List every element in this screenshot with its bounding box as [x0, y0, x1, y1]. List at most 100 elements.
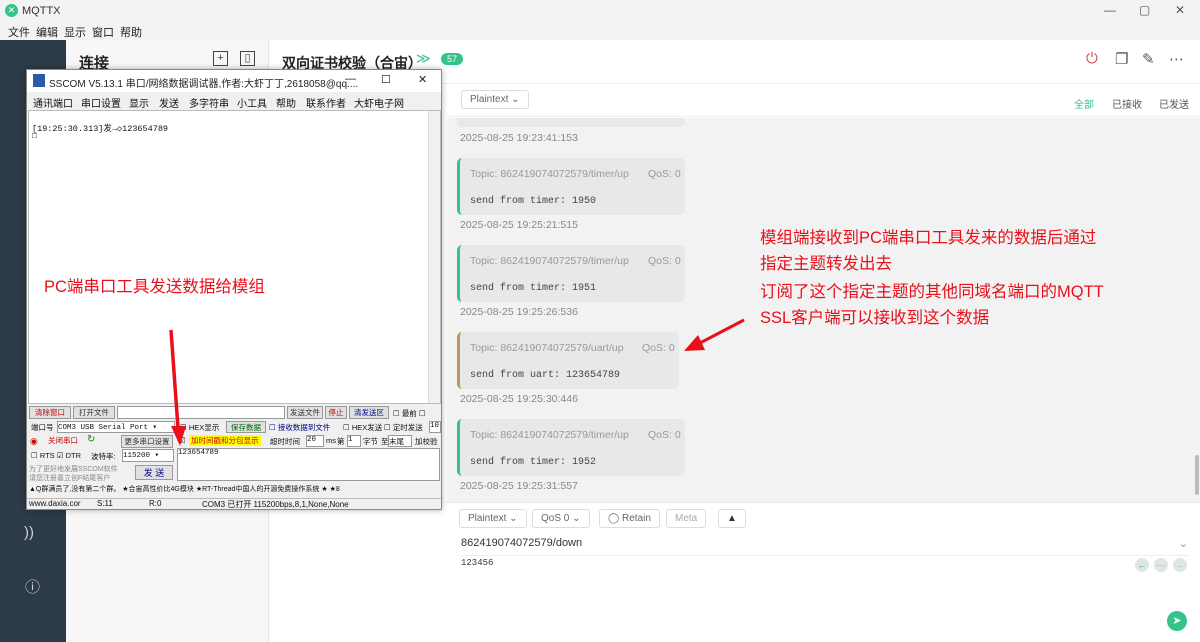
history-back-icon[interactable]: ← [1135, 558, 1149, 572]
send-button[interactable]: ➤ [1167, 611, 1187, 631]
sscom-timed-value[interactable]: 10 [429, 421, 441, 433]
sscom-checksum-label: 加校验 [415, 437, 438, 446]
message-bubble: Topic: 862419074072579/uart/up QoS: 0 se… [457, 332, 679, 389]
sscom-minimize-icon[interactable]: — [345, 73, 356, 85]
minimize-icon[interactable]: — [1104, 3, 1116, 17]
expand-icon[interactable]: ▲ [718, 509, 746, 528]
message-scrollbar[interactable] [1195, 455, 1199, 495]
menu-window[interactable]: 窗口 [92, 24, 114, 40]
message-timestamp: 2025-08-25 19:25:21:515 [460, 219, 578, 231]
sscom-file-path-input[interactable] [117, 406, 285, 419]
edit-icon[interactable]: ✎ [1142, 50, 1155, 68]
sscom-menu-help[interactable]: 帮助 [276, 95, 296, 110]
message-bubble: Topic: 862419074072579/timer/up QoS: 0 s… [457, 245, 685, 302]
message-bubble: Topic: 862419074072579/timer/up QoS: 0 s… [457, 158, 685, 215]
menu-edit[interactable]: 编辑 [36, 24, 58, 40]
sscom-port-select[interactable]: COM3 USB Serial Port ▾ [57, 421, 175, 433]
app-titlebar: ✕ MQTTX — ▢ ✕ [0, 0, 1200, 22]
sscom-end-select[interactable]: 末尾 [388, 435, 412, 447]
message-qos: QoS: 0 [648, 429, 681, 441]
payload-format-select[interactable]: Plaintext ⌄ [461, 90, 529, 109]
sscom-more-settings-button[interactable]: 更多串口设置 [121, 435, 173, 448]
sscom-baud-value: 115200 [123, 452, 151, 460]
sscom-clear-button[interactable]: 清除窗口 [29, 406, 71, 419]
sscom-on-top-checkbox[interactable]: ☐ 最前 ☐ [393, 408, 426, 419]
sscom-receive-scrollbar[interactable] [428, 111, 440, 403]
disconnect-icon[interactable]: ⏻ [1086, 50, 1098, 67]
log-icon[interactable]: )) [24, 524, 34, 541]
menu-file[interactable]: 文件 [8, 24, 30, 40]
sscom-timed-send-label: 定时发送 [392, 423, 423, 432]
sscom-hex-show-checkbox[interactable]: ☐ HEX显示 [180, 422, 219, 433]
sscom-menu-serial[interactable]: 串口设置 [81, 95, 121, 110]
sscom-maximize-icon[interactable]: ☐ [381, 73, 391, 86]
sscom-baud-select[interactable]: 115200 ▾ [122, 449, 174, 462]
message-timestamp: 2025-08-25 19:25:26:536 [460, 306, 578, 318]
sscom-hex-show-label: HEX显示 [188, 423, 220, 432]
message-payload: send from timer: 1952 [470, 457, 597, 468]
sscom-save-data-button[interactable]: 保存数据 [226, 421, 266, 433]
sscom-dtr-label: DTR [65, 451, 82, 460]
annotation-right-line-1: 模组端接收到PC端串口工具发来的数据后通过 [760, 229, 1097, 247]
sscom-menu-site[interactable]: 大虾电子网 [354, 95, 404, 110]
menu-view[interactable]: 显示 [64, 24, 86, 40]
sscom-timed-send-checkbox[interactable]: ☐ 定时发送 [384, 422, 423, 433]
history-current-icon[interactable]: — [1154, 558, 1168, 572]
sscom-timestamp-label: 加时间戳和分包显示 [189, 435, 261, 446]
sscom-timeout-input[interactable]: 20 [306, 435, 324, 447]
message-timestamp: 2025-08-25 19:25:30:446 [460, 393, 578, 405]
sscom-close-port-button[interactable]: 关闭串口 [43, 435, 83, 448]
sscom-hex-send-checkbox[interactable]: ☐ HEX发送 [343, 422, 382, 433]
sscom-stop-button[interactable]: 停止 [325, 406, 347, 419]
sscom-timestamp-checkbox[interactable]: ☑ [179, 436, 186, 445]
message-topic: Topic: 862419074072579/timer/up [470, 168, 629, 180]
sscom-port-value: COM3 USB Serial Port [58, 424, 149, 432]
message-qos: QoS: 0 [642, 342, 675, 354]
close-icon[interactable]: ✕ [1175, 3, 1185, 17]
sscom-open-file-button[interactable]: 打开文件 [73, 406, 115, 419]
message-topic: Topic: 862419074072579/uart/up [470, 342, 624, 354]
sscom-menu-multistring[interactable]: 多字符串 [189, 95, 229, 110]
sscom-menu-view[interactable]: 显示 [129, 95, 149, 110]
retain-toggle[interactable]: ◯ Retain [599, 509, 660, 528]
sscom-menu-contact[interactable]: 联系作者 [306, 95, 346, 110]
sscom-clear-send-button[interactable]: 清发送区 [349, 406, 389, 419]
sscom-refresh-icon[interactable]: ↻ [87, 434, 95, 445]
sscom-send-input[interactable]: 123654789 [177, 448, 440, 481]
sscom-close-icon[interactable]: ✕ [418, 73, 427, 86]
publish-topic-input[interactable]: 862419074072579/down [461, 537, 582, 549]
sscom-port-status-icon: ◉ [30, 436, 38, 446]
sscom-rts-checkbox[interactable]: ☐ RTS ☑ DTR [31, 451, 81, 460]
sscom-status-site: www.daxia.cor [29, 499, 81, 508]
message-timestamp: 2025-08-25 19:25:31:557 [460, 480, 578, 492]
topic-dropdown-icon[interactable]: ⌄ [1179, 537, 1188, 550]
publish-format-select[interactable]: Plaintext ⌄ [459, 509, 527, 528]
menu-help[interactable]: 帮助 [120, 24, 142, 40]
sscom-menu-tools[interactable]: 小工具 [237, 95, 267, 110]
history-forward-icon[interactable]: → [1173, 558, 1187, 572]
payload-format-value: Plaintext [470, 94, 509, 105]
collapse-icon[interactable]: ≫ [416, 50, 431, 67]
sscom-send-file-button[interactable]: 发送文件 [287, 406, 323, 419]
message-payload: send from timer: 1951 [470, 283, 597, 294]
sscom-menu-port[interactable]: 通讯端口 [33, 95, 73, 110]
more-icon[interactable]: ⋯ [1169, 50, 1184, 68]
about-icon[interactable]: ⓘ [25, 576, 40, 597]
sscom-recv-file-label: 接收数据到文件 [277, 423, 331, 432]
sscom-receive-area[interactable]: [19:25:30.313]发→◇123654789 □ [28, 110, 441, 404]
meta-button[interactable]: Meta [666, 509, 707, 528]
sscom-menu-send[interactable]: 发送 [159, 95, 179, 110]
new-window-icon[interactable]: ❐ [1115, 50, 1128, 68]
publish-payload-input[interactable]: 123456 [461, 558, 493, 568]
tab-sent[interactable]: 已发送 [1159, 96, 1189, 111]
tab-all[interactable]: 全部 [1074, 96, 1094, 111]
tab-received[interactable]: 已接收 [1112, 96, 1142, 111]
new-connection-icon[interactable]: + [213, 51, 228, 66]
maximize-icon[interactable]: ▢ [1139, 3, 1150, 17]
sscom-send-button[interactable]: 发 送 [135, 465, 173, 480]
sscom-status-bar: www.daxia.cor S:11 R:0 COM3 已打开 115200bp… [27, 498, 441, 509]
qos-select[interactable]: QoS 0 ⌄ [532, 509, 590, 528]
toggle-layout-icon[interactable]: ▯ [240, 51, 255, 66]
sscom-byte-input[interactable]: 1 [347, 435, 361, 447]
sscom-recv-file-checkbox[interactable]: ☐ 接收数据到文件 [269, 422, 330, 433]
